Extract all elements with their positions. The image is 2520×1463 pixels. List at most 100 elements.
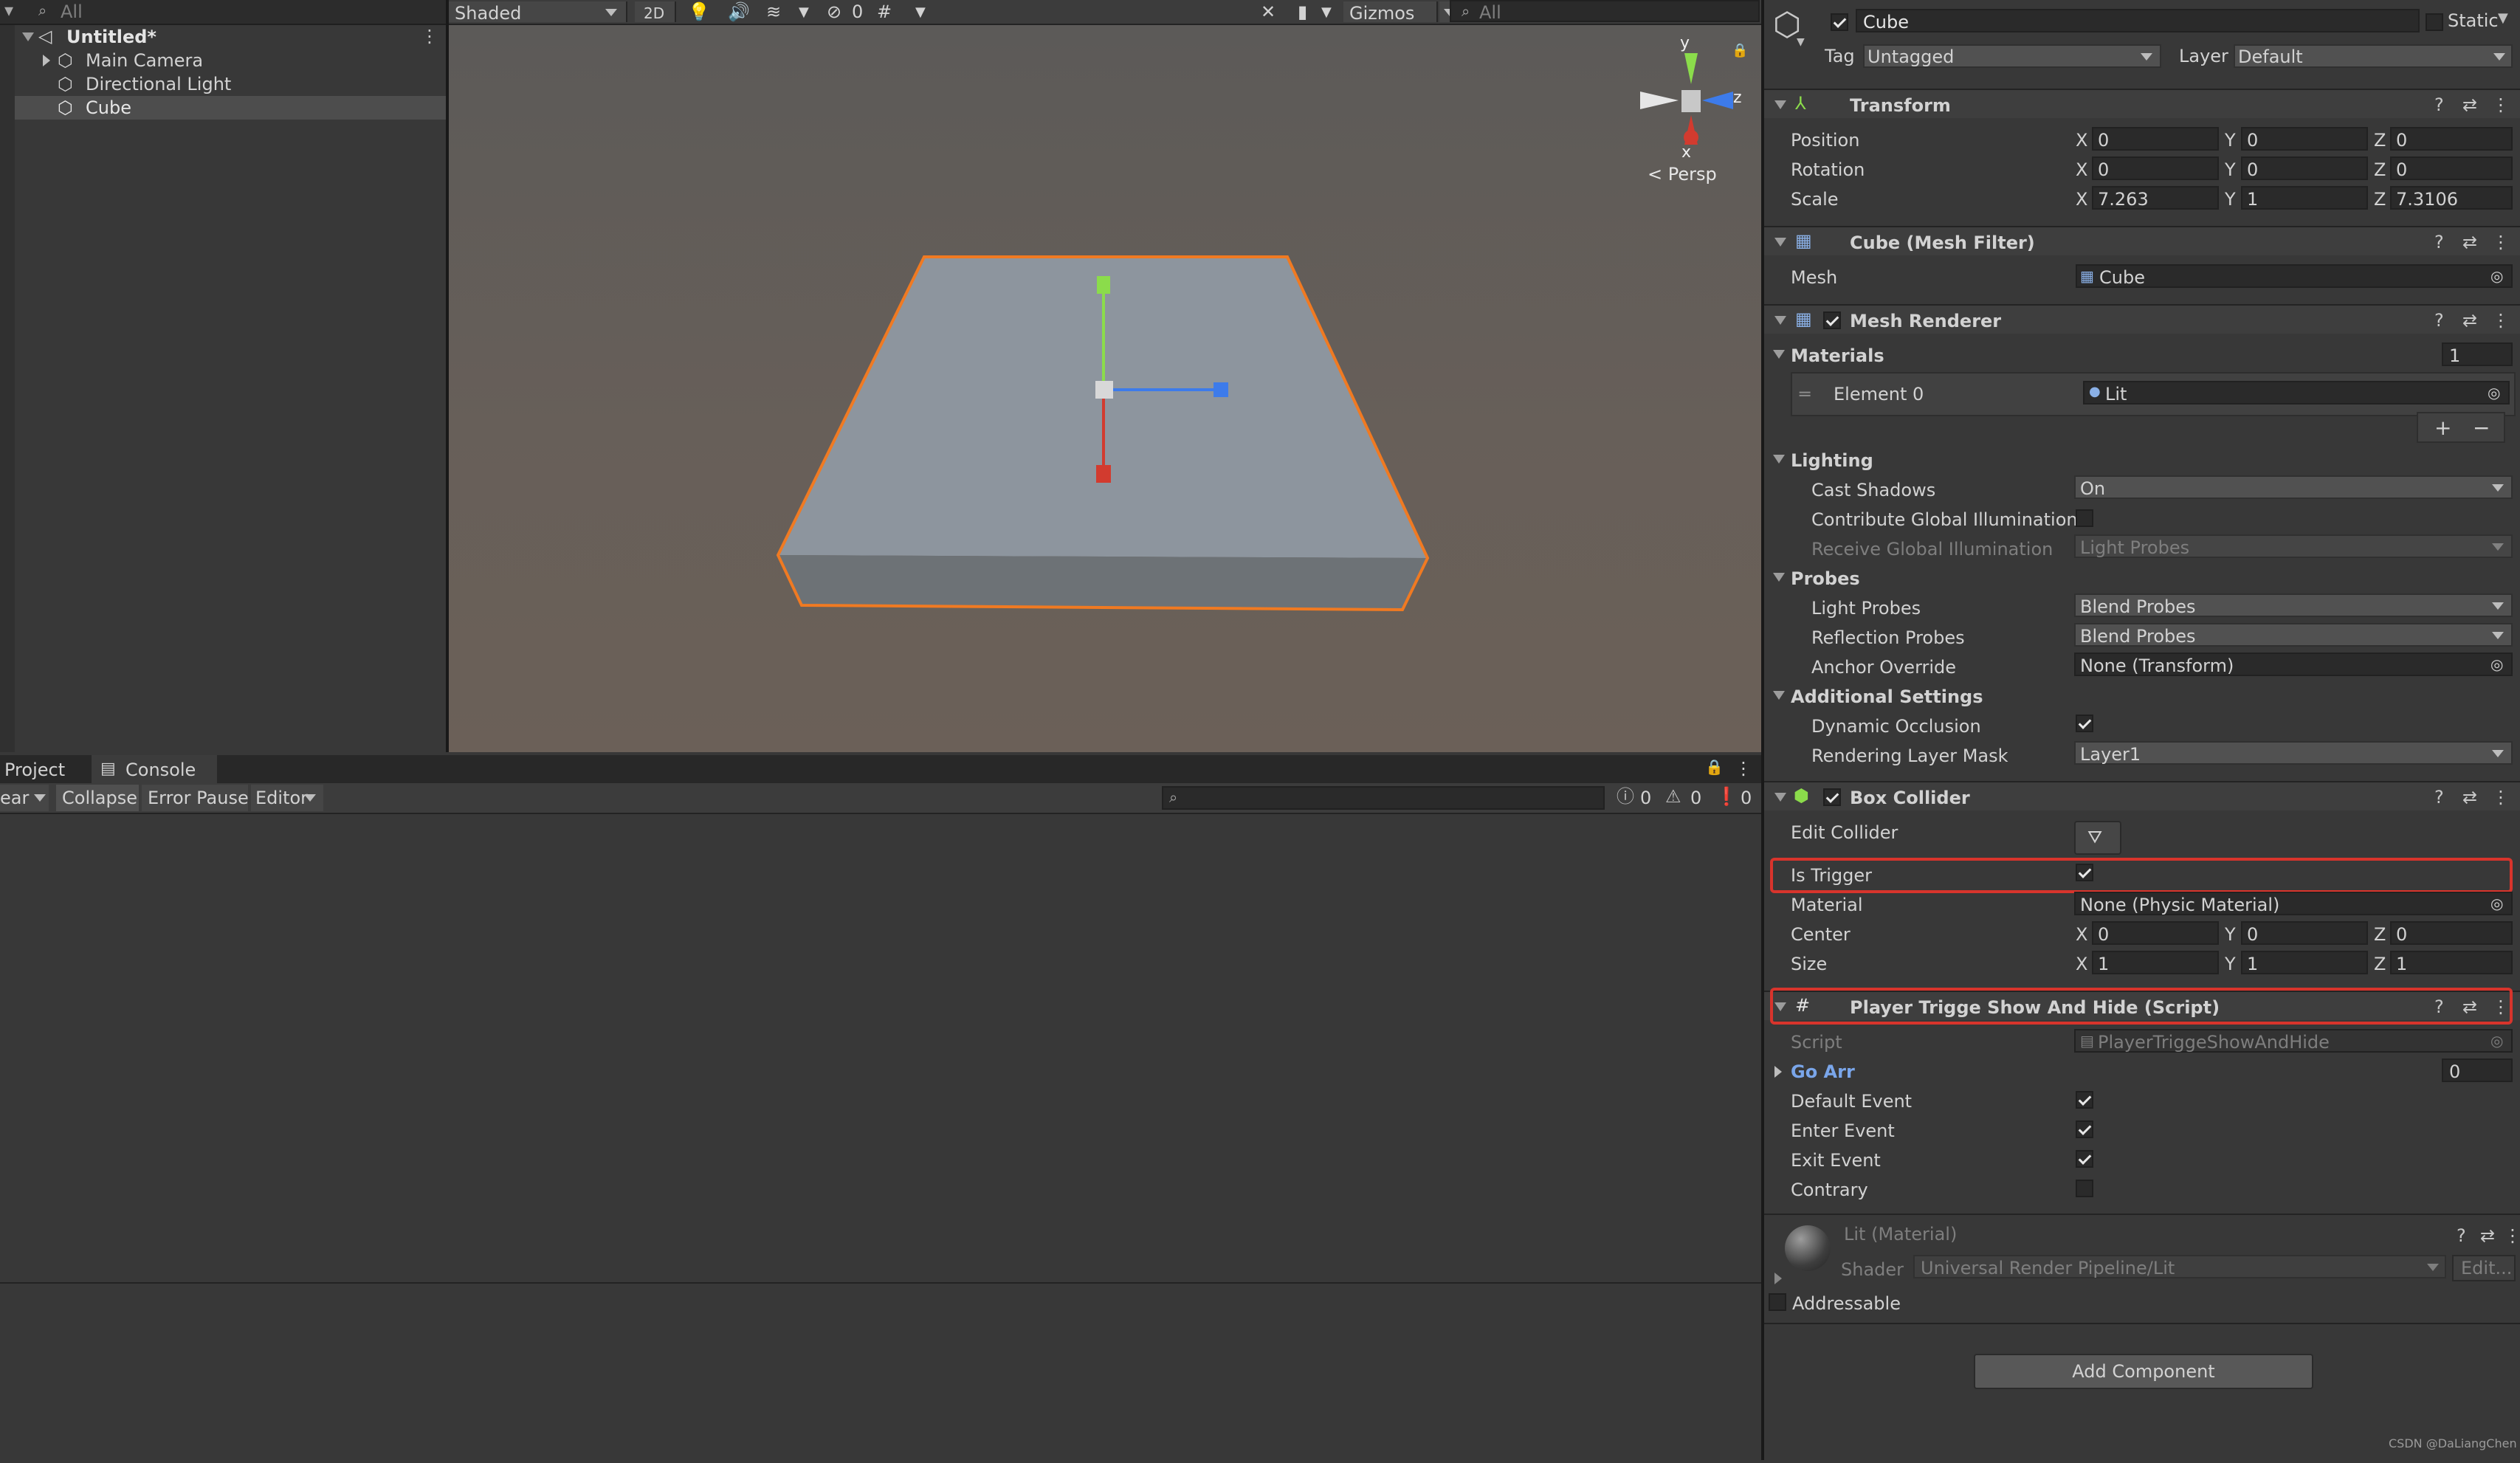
position-z-field[interactable]: 0 <box>2390 127 2513 151</box>
grid-toggle-icon[interactable]: # <box>877 3 892 21</box>
fold-arrow-icon[interactable] <box>1773 691 1785 700</box>
fold-arrow-icon[interactable] <box>1774 100 1786 109</box>
expand-arrow-icon[interactable] <box>1774 1273 1782 1284</box>
more-options-icon[interactable]: ⋮ <box>1735 760 1752 777</box>
go-arr-label[interactable]: Go Arr <box>1791 1063 1855 1081</box>
box-collider-enabled-checkbox[interactable] <box>1823 788 1841 806</box>
mesh-renderer-enabled-checkbox[interactable] <box>1823 311 1841 329</box>
editor-dropdown[interactable]: Editor <box>251 785 323 811</box>
effects-dropdown-icon[interactable]: ▼ <box>799 6 809 19</box>
object-name-input[interactable]: Cube <box>1856 9 2420 32</box>
light-probes-dropdown[interactable]: Blend Probes <box>2074 593 2513 617</box>
object-picker-icon[interactable]: ◎ <box>2490 657 2503 672</box>
help-icon[interactable]: ? <box>2434 96 2444 114</box>
help-icon[interactable]: ? <box>2457 1227 2466 1245</box>
help-icon[interactable]: ? <box>2434 788 2444 806</box>
mesh-object-field[interactable]: ▦ Cube ◎ <box>2076 264 2513 288</box>
hierarchy-search-input[interactable]: All <box>61 3 83 21</box>
shading-mode-dropdown[interactable]: Shaded <box>449 1 627 22</box>
go-arr-count-field[interactable]: 0 <box>2442 1058 2513 1082</box>
object-picker-icon[interactable]: ◎ <box>2490 896 2503 911</box>
grid-dropdown-icon[interactable]: ▼ <box>915 6 926 19</box>
icon-dropdown-icon[interactable]: ▼ <box>1797 37 1805 47</box>
object-picker-icon[interactable]: ◎ <box>2490 269 2503 283</box>
add-element-button[interactable]: + <box>2434 418 2451 438</box>
drag-handle-icon[interactable]: ═ <box>1800 385 1810 403</box>
shader-edit-button[interactable]: Edit... <box>2452 1255 2516 1281</box>
scene-row[interactable]: ◁ Untitled* ⋮ <box>15 25 446 49</box>
hierarchy-item-main-camera[interactable]: ⬡ Main Camera <box>15 49 446 72</box>
presets-icon[interactable]: ⇄ <box>2462 96 2477 114</box>
layer-dropdown[interactable]: Default <box>2234 44 2513 68</box>
lock-icon[interactable]: 🔒 <box>1732 44 1748 58</box>
rotation-y-field[interactable]: 0 <box>2241 156 2368 180</box>
effects-toggle-icon[interactable]: ≋ <box>766 3 781 21</box>
reflection-probes-dropdown[interactable]: Blend Probes <box>2074 623 2513 647</box>
presets-icon[interactable]: ⇄ <box>2462 311 2477 329</box>
fold-arrow-icon[interactable] <box>22 32 34 41</box>
toggle-2d-button[interactable]: 2D <box>635 1 676 22</box>
exit-event-checkbox[interactable] <box>2076 1150 2093 1168</box>
more-options-icon[interactable]: ⋮ <box>2492 311 2510 329</box>
add-component-button[interactable]: Add Component <box>1974 1354 2313 1389</box>
scene-search-input[interactable]: ⌕ All <box>1450 0 1760 22</box>
hierarchy-item-cube[interactable]: ⬡ Cube <box>15 96 446 120</box>
tab-project[interactable]: Project <box>0 755 87 783</box>
size-z-field[interactable]: 1 <box>2390 951 2513 974</box>
more-options-icon[interactable]: ⋮ <box>2504 1227 2520 1245</box>
scene-canvas[interactable] <box>449 0 1761 752</box>
mesh-filter-header[interactable]: ▦ Cube (Mesh Filter) ? ⇄ ⋮ <box>1764 226 2520 255</box>
clear-button[interactable]: ear <box>0 785 49 811</box>
object-picker-icon[interactable]: ◎ <box>2488 385 2500 400</box>
position-x-field[interactable]: 0 <box>2092 127 2219 151</box>
more-options-icon[interactable]: ⋮ <box>421 27 438 45</box>
size-y-field[interactable]: 1 <box>2241 951 2368 974</box>
lock-icon[interactable]: 🔒 <box>1705 760 1724 774</box>
more-options-icon[interactable]: ⋮ <box>2492 233 2510 251</box>
fold-arrow-icon[interactable] <box>1773 455 1785 464</box>
center-x-field[interactable]: 0 <box>2092 921 2219 945</box>
camera-dropdown-icon[interactable]: ▼ <box>1321 6 1332 19</box>
dynamic-occlusion-checkbox[interactable] <box>2076 715 2093 732</box>
active-checkbox[interactable] <box>1831 13 1848 31</box>
presets-icon[interactable]: ⇄ <box>2480 1227 2495 1245</box>
position-y-field[interactable]: 0 <box>2241 127 2368 151</box>
enter-event-checkbox[interactable] <box>2076 1121 2093 1138</box>
default-event-checkbox[interactable] <box>2076 1091 2093 1109</box>
persp-label[interactable]: < Persp <box>1648 165 1717 183</box>
fold-arrow-icon[interactable] <box>1774 238 1786 247</box>
scene-view[interactable]: y z x 🔒 < Persp <box>449 0 1761 752</box>
contrary-checkbox[interactable] <box>2076 1180 2093 1197</box>
tools-icon[interactable]: ✕ <box>1261 3 1276 21</box>
scale-y-field[interactable]: 1 <box>2241 186 2368 210</box>
fold-arrow-icon[interactable] <box>1773 573 1785 582</box>
remove-element-button[interactable]: − <box>2473 418 2490 438</box>
lighting-toggle-icon[interactable]: 💡 <box>688 3 710 21</box>
scale-x-field[interactable]: 7.263 <box>2092 186 2219 210</box>
hierarchy-search-bar[interactable]: ▾ ⌕ All <box>0 0 446 25</box>
error-icon[interactable]: ❗ <box>1715 788 1738 805</box>
fold-arrow-icon[interactable] <box>1774 793 1786 802</box>
more-options-icon[interactable]: ⋮ <box>2492 96 2510 114</box>
camera-icon[interactable]: ▮ <box>1298 3 1307 21</box>
edit-collider-button[interactable]: ⛛ <box>2074 821 2121 855</box>
fold-arrow-icon[interactable] <box>1773 350 1785 359</box>
rotation-x-field[interactable]: 0 <box>2092 156 2219 180</box>
element0-object-field[interactable]: ● Lit ◎ <box>2083 381 2510 405</box>
presets-icon[interactable]: ⇄ <box>2462 788 2477 806</box>
console-divider[interactable] <box>0 1282 1761 1284</box>
materials-count-field[interactable]: 1 <box>2442 342 2513 366</box>
center-y-field[interactable]: 0 <box>2241 921 2368 945</box>
help-icon[interactable]: ? <box>2434 233 2444 251</box>
hierarchy-item-directional-light[interactable]: ⬡ Directional Light <box>15 72 446 96</box>
error-pause-button[interactable]: Error Pause <box>142 785 249 811</box>
center-z-field[interactable]: 0 <box>2390 921 2513 945</box>
warning-icon[interactable]: ⚠ <box>1665 788 1681 805</box>
console-search-input[interactable]: ⌕ <box>1162 786 1605 810</box>
help-icon[interactable]: ? <box>2434 311 2444 329</box>
contribute-gi-checkbox[interactable] <box>2076 509 2093 527</box>
static-dropdown-icon[interactable]: ▼ <box>2498 12 2508 25</box>
expand-arrow-icon[interactable] <box>43 55 50 66</box>
presets-icon[interactable]: ⇄ <box>2462 233 2477 251</box>
more-options-icon[interactable]: ⋮ <box>2492 788 2510 806</box>
